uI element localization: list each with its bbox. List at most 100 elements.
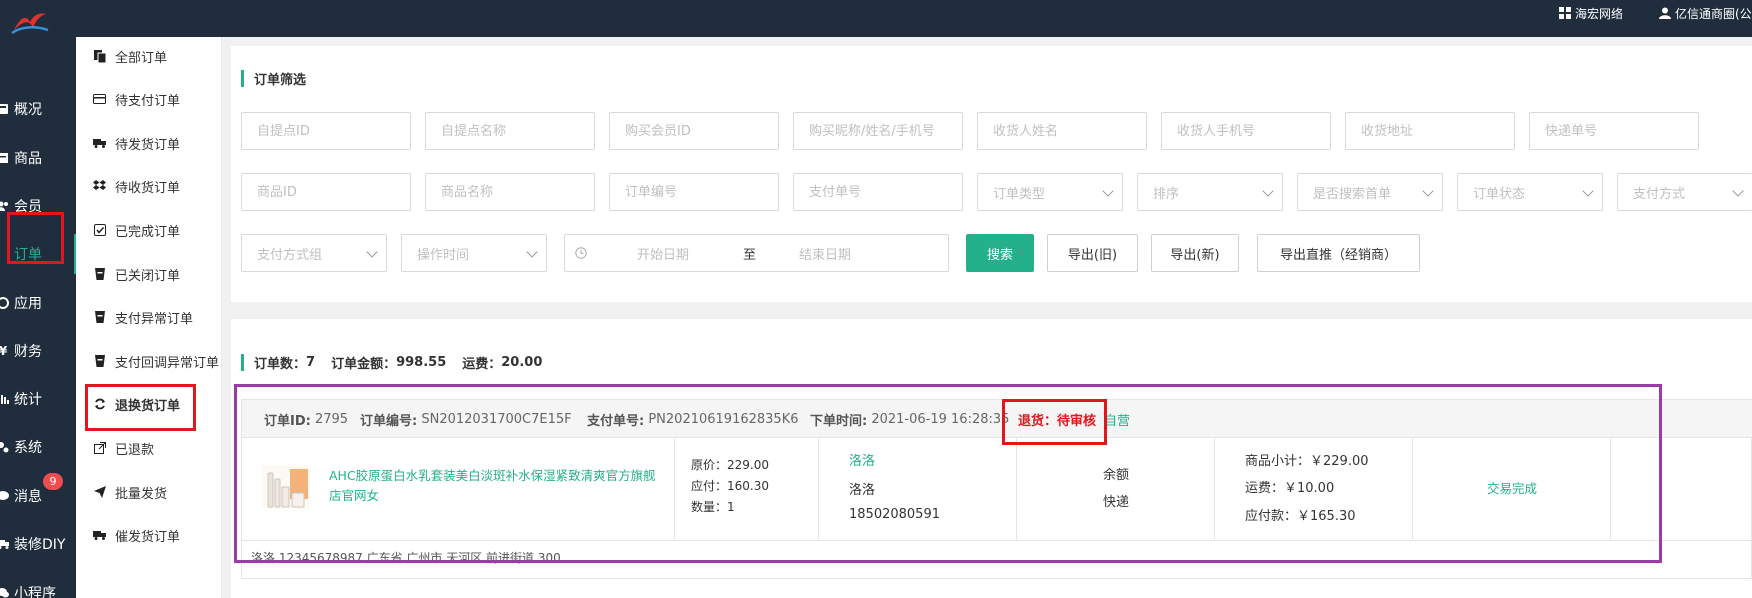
sidebar-item-messages[interactable]: 消息 9 [0, 473, 76, 516]
shipping-fee: 运费：￥10.00 [1245, 481, 1335, 496]
price-cell: 原价：229.00 应付：160.30 数量：1 [675, 438, 819, 540]
order-count: 7 [306, 354, 316, 370]
subnav-item-closed[interactable]: 已关闭订单 [76, 255, 222, 293]
sidebar-item-goods[interactable]: 商品 [0, 138, 76, 178]
sidebar-item-apps[interactable]: 应用 [0, 283, 76, 323]
subnav-item-label: 支付回调异常订单 [115, 355, 220, 371]
order-type-select[interactable]: 订单类型 [977, 173, 1123, 211]
shop-type-badge: 自营 [1104, 413, 1131, 429]
cup-icon [93, 268, 106, 281]
sidebar-item-decoration[interactable]: 装修DIY [0, 524, 76, 564]
chevron-down-icon [1732, 185, 1744, 197]
product-name-input[interactable] [425, 173, 595, 211]
receiver-address-input[interactable] [1345, 112, 1515, 150]
sidebar-item-system[interactable]: 系统 [0, 427, 76, 467]
payment-sn-field: 支付单号: PN20210619162835K6 [587, 400, 799, 438]
payment-sn-input[interactable] [793, 173, 963, 211]
payment-method-select[interactable]: 支付方式 [1617, 173, 1752, 211]
subnav-item-callback-error[interactable]: 支付回调异常订单 [76, 342, 222, 380]
truck-icon [0, 537, 9, 551]
product-id-input[interactable] [241, 173, 411, 211]
subnav-item-label: 待收货订单 [115, 180, 181, 196]
chevron-down-icon [1582, 185, 1594, 197]
operation-time-select[interactable]: 操作时间 [401, 234, 547, 272]
order-id-field: 订单ID: 2795 [264, 400, 348, 438]
tracking-number-input[interactable] [1529, 112, 1699, 150]
order-sn-input[interactable] [609, 173, 779, 211]
sidebar-item-label: 统计 [14, 392, 42, 408]
first-order-select[interactable]: 是否搜索首单 [1297, 173, 1443, 211]
subnav-item-returns[interactable]: 退换货订单 [76, 385, 222, 423]
message-icon [0, 489, 9, 503]
order-id-label: 订单ID: [264, 413, 311, 429]
main-sidebar: 概况 商品 会员 订单 应用 ¥ 财务 统计 系统 消息 9 装修DIY 小程序 [0, 37, 76, 598]
sidebar-item-overview[interactable]: 概况 [0, 89, 76, 129]
brand-logo[interactable] [10, 8, 50, 34]
subnav-item-pending-shipment[interactable]: 待发货订单 [76, 124, 222, 162]
sidebar-item-miniprogram[interactable]: 小程序 [0, 573, 76, 598]
subnav-item-label: 支付异常订单 [115, 311, 194, 327]
start-date-input[interactable]: 开始日期 [637, 235, 689, 271]
sidebar-item-label: 应用 [14, 296, 42, 312]
sidebar-item-orders[interactable]: 订单 [0, 234, 76, 274]
export-new-button[interactable]: 导出(新) [1151, 234, 1239, 272]
select-value: 订单状态 [1473, 186, 1526, 202]
order-status: 交易完成 [1486, 481, 1537, 496]
sidebar-item-label: 消息 [14, 489, 42, 505]
product-cell: AHC胶原蛋白水乳套装美白淡斑补水保湿紧致清爽官方旗舰店官网女 [242, 438, 675, 540]
order-sn: SN2012031700C7E15F [421, 411, 572, 427]
subnav-item-urge-ship[interactable]: 催发货订单 [76, 516, 222, 554]
sort-select[interactable]: 排序 [1137, 173, 1283, 211]
wechat-icon [0, 586, 9, 598]
date-range-picker[interactable]: 开始日期 至 结束日期 [564, 234, 949, 272]
product-thumbnail[interactable] [262, 465, 310, 509]
payable-price: 应付：160.30 [691, 479, 769, 493]
buyer-name: 洛洛 [849, 483, 876, 498]
subnav-item-pending-payment[interactable]: 待支付订单 [76, 80, 222, 118]
end-date-input[interactable]: 结束日期 [799, 235, 851, 271]
subnav-item-all-orders[interactable]: 全部订单 [76, 37, 222, 75]
dashboard-icon [0, 102, 9, 116]
send-icon [93, 486, 106, 499]
subnav-item-label: 待发货订单 [115, 137, 181, 153]
user-menu[interactable]: 亿信通商圈(公 [1659, 0, 1752, 26]
subnav-item-completed[interactable]: 已完成订单 [76, 211, 222, 249]
subnav-item-label: 已退款 [115, 442, 155, 458]
filter-title: 订单筛选 [241, 69, 306, 88]
payment-sn-label: 支付单号: [587, 413, 645, 429]
order-body: AHC胶原蛋白水乳套装美白淡斑补水保湿紧致清爽官方旗舰店官网女 原价：229.0… [242, 438, 1752, 540]
export-old-button[interactable]: 导出(旧) [1047, 234, 1138, 272]
receiver-phone-input[interactable] [1161, 112, 1331, 150]
filter-panel: 订单筛选 订单类型 排序 是否搜索首单 订单状态 支付方式 支付方式组 操作时间… [231, 46, 1752, 302]
pickup-point-name-input[interactable] [425, 112, 595, 150]
receiver-name-input[interactable] [977, 112, 1147, 150]
order-address-bar: 洛洛 12345678987 广东省 广州市 天河区 前进街道 300 [242, 540, 1752, 580]
search-button[interactable]: 搜索 [966, 234, 1034, 272]
subnav-item-batch-ship[interactable]: 批量发货 [76, 473, 222, 511]
sidebar-item-members[interactable]: 会员 [0, 186, 76, 226]
subnav-item-label: 待支付订单 [115, 93, 181, 109]
pickup-point-id-input[interactable] [241, 112, 411, 150]
buyer-member-id-input[interactable] [609, 112, 779, 150]
subnav-item-refunded[interactable]: 已退款 [76, 429, 222, 467]
order-status-select[interactable]: 订单状态 [1457, 173, 1603, 211]
subnav-item-pending-receipt[interactable]: 待收货订单 [76, 167, 222, 205]
buyer-nick-input[interactable] [793, 112, 963, 150]
chevron-down-icon [1422, 185, 1434, 197]
product-name-link[interactable]: AHC胶原蛋白水乳套装美白淡斑补水保湿紧致清爽官方旗舰店官网女 [329, 466, 659, 506]
sidebar-item-label: 系统 [14, 440, 42, 456]
buyer-nickname-link[interactable]: 洛洛 [849, 450, 875, 469]
payment-group-select[interactable]: 支付方式组 [241, 234, 387, 272]
payable-amount: 应付款：￥165.30 [1245, 509, 1356, 524]
sidebar-item-finance[interactable]: ¥ 财务 [0, 331, 76, 371]
buyer-phone: 18502080591 [849, 507, 940, 522]
order-time-label: 下单时间: [810, 413, 868, 429]
sidebar-item-stats[interactable]: 统计 [0, 379, 76, 419]
payment-method: 余额 [1102, 468, 1129, 483]
export-direct-button[interactable]: 导出直推（经销商） [1257, 234, 1420, 272]
freight-label: 运费： [462, 356, 502, 372]
org-switch[interactable]: 海宏网络 [1559, 0, 1623, 26]
select-value: 订单类型 [993, 186, 1046, 202]
subnav-item-payment-error[interactable]: 支付异常订单 [76, 298, 222, 336]
sidebar-item-label: 会员 [14, 199, 42, 215]
